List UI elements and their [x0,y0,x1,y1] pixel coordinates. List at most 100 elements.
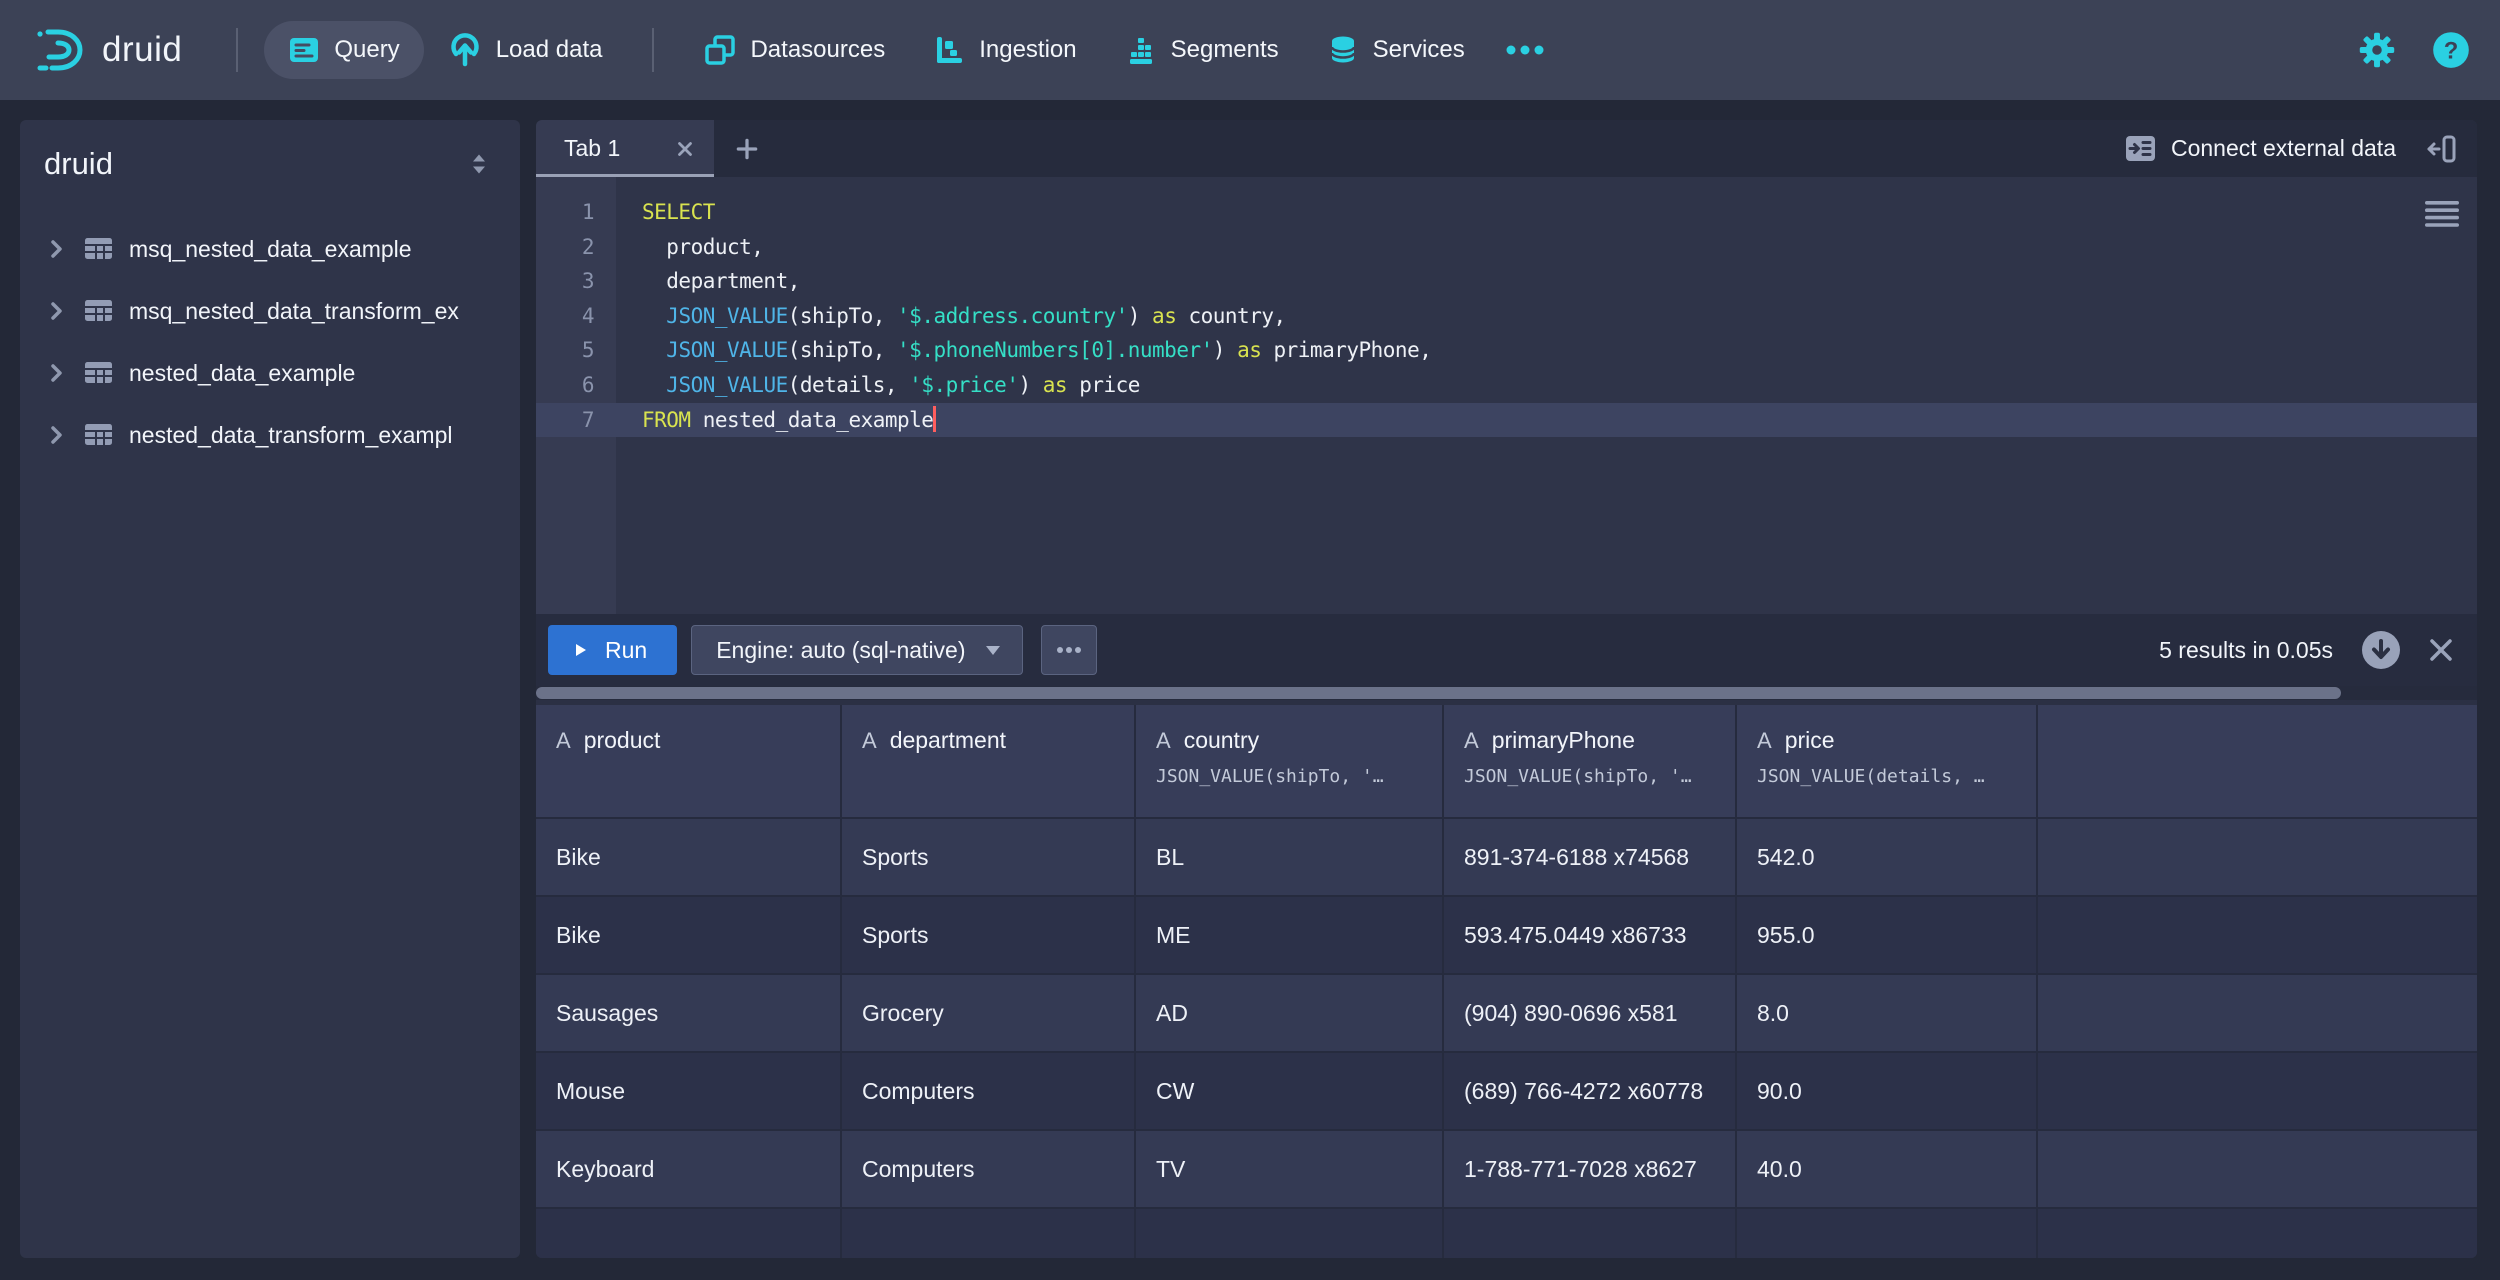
table-cell[interactable]: Sports [842,895,1136,973]
services-icon [1327,33,1359,67]
close-results-icon[interactable] [2427,636,2455,664]
workspace: druid msq_nested_data_example msq_nested… [0,100,2500,1280]
table-cell[interactable]: CW [1136,1051,1444,1129]
table-cell[interactable]: Grocery [842,973,1136,1051]
sql-editor[interactable]: 1 SELECT 2 product, 3 department, 4 JSON_VAL… [536,177,2477,614]
nav-divider [236,28,239,72]
results-table: Aproduct Adepartment Acountry JSON_VALUE(sh… [536,700,2477,1258]
nav-item-ingestion[interactable]: Ingestion [909,21,1100,79]
sidebar-table-item[interactable]: nested_data_transform_exampl [44,404,506,466]
code-line[interactable]: 5 JSON_VALUE(shipTo, '$.phoneNumbers[0].… [536,333,2477,368]
query-panel: Tab 1 Connect external data 1 SELECT 2 p… [536,120,2477,1258]
run-more-button[interactable] [1040,625,1097,675]
table-cell[interactable]: (689) 766-4272 x60778 [1444,1051,1737,1129]
sidebar-table-item[interactable]: msq_nested_data_transform_ex [44,280,506,342]
table-cell[interactable]: Mouse [536,1051,842,1129]
connect-external-data-button[interactable]: Connect external data [2125,133,2396,164]
table-cell[interactable]: Keyboard [536,1129,842,1207]
sidebar-table-item[interactable]: msq_nested_data_example [44,218,506,280]
nav-item-segments[interactable]: Segments [1101,21,1303,79]
table-icon [83,421,114,449]
table-cell[interactable]: 1-788-771-7028 x8627 [1444,1129,1737,1207]
run-bar: Run Engine: auto (sql-native) 5 results … [536,614,2477,686]
nav-divider [652,28,655,72]
chevron-right-icon[interactable] [44,361,68,385]
play-icon [576,644,586,656]
table-cell[interactable]: 90.0 [1737,1051,2038,1129]
new-tab-button[interactable] [714,120,780,177]
code-line[interactable]: 6 JSON_VALUE(details, '$.price') as pric… [536,368,2477,403]
connect-external-data-label: Connect external data [2170,135,2396,161]
schema-title: druid [44,146,113,181]
horizontal-scrollbar-thumb[interactable] [536,687,2342,699]
code-line[interactable]: 7 FROM nested_data_example [536,402,2477,438]
table-cell[interactable]: Computers [842,1129,1136,1207]
nav-more-button[interactable] [1489,21,1561,79]
table-cell[interactable]: 891-374-6188 x74568 [1444,817,1737,895]
table-name: nested_data_example [129,359,356,386]
line-number: 5 [581,338,595,363]
sort-icon[interactable] [466,151,492,177]
column-header-price[interactable]: Aprice JSON_VALUE(details, … [1737,705,2038,817]
code-line[interactable]: 4 JSON_VALUE(shipTo, '$.address.country'… [536,299,2477,334]
table-icon [83,359,114,387]
run-label: Run [605,636,648,663]
table-cell[interactable]: Bike [536,817,842,895]
line-number: 6 [581,372,595,397]
download-results-icon[interactable] [2361,630,2401,670]
column-name: product [583,727,661,753]
column-header-country[interactable]: Acountry JSON_VALUE(shipTo, '… [1136,705,1444,817]
tab-close-icon[interactable] [674,138,696,160]
table-cell[interactable]: BL [1136,817,1444,895]
chevron-right-icon[interactable] [44,423,68,447]
tab-label: Tab 1 [564,135,621,161]
chevron-right-icon[interactable] [44,299,68,323]
settings-gear-icon[interactable] [2358,31,2396,69]
table-name: msq_nested_data_example [129,235,412,262]
table-cell-empty [842,1207,1136,1258]
code-text: SELECT [642,200,715,224]
code-line[interactable]: 2 product, [536,230,2477,265]
druid-logo[interactable]: druid [34,24,182,76]
table-cell[interactable]: Sports [842,817,1136,895]
column-header-department[interactable]: Adepartment [842,705,1136,817]
table-cell[interactable]: Bike [536,895,842,973]
code-line[interactable]: 1 SELECT [536,195,2477,230]
hide-panel-icon[interactable] [2426,133,2457,165]
table-cell-empty [2038,895,2477,973]
table-cell[interactable]: 593.475.0449 x86733 [1444,895,1737,973]
editor-menu-icon[interactable] [2425,201,2459,227]
nav-item-load-data[interactable]: Load data [424,21,627,79]
top-navbar: druid Query Load data Datasources Ingest… [0,0,2500,100]
engine-select[interactable]: Engine: auto (sql-native) [691,625,1023,675]
code-text: JSON_VALUE(shipTo, '$.phoneNumbers[0].nu… [666,338,1432,363]
nav-item-query[interactable]: Query [264,21,424,79]
tab-bar: Tab 1 Connect external data [536,120,2477,177]
line-number: 4 [581,303,595,328]
table-cell[interactable]: 955.0 [1737,895,2038,973]
sidebar-table-item[interactable]: nested_data_example [44,342,506,404]
run-button[interactable]: Run [548,625,678,675]
tab-1[interactable]: Tab 1 [536,120,714,177]
table-cell[interactable]: (904) 890-0696 x581 [1444,973,1737,1051]
table-cell-empty [2038,973,2477,1051]
table-cell[interactable]: 40.0 [1737,1129,2038,1207]
table-icon [83,235,114,263]
nav-item-services[interactable]: Services [1303,21,1489,79]
column-header-product[interactable]: Aproduct [536,705,842,817]
table-cell[interactable]: 8.0 [1737,973,2038,1051]
table-cell-empty [1136,1207,1444,1258]
table-cell[interactable]: Computers [842,1051,1136,1129]
code-line[interactable]: 3 department, [536,264,2477,299]
column-header-primaryPhone[interactable]: AprimaryPhone JSON_VALUE(shipTo, '… [1444,705,1737,817]
table-cell[interactable]: TV [1136,1129,1444,1207]
chevron-right-icon[interactable] [44,237,68,261]
table-cell-empty [2038,1207,2477,1258]
table-cell[interactable]: 542.0 [1737,817,2038,895]
table-cell[interactable]: ME [1136,895,1444,973]
table-cell[interactable]: Sausages [536,973,842,1051]
nav-item-label: Query [334,36,400,63]
nav-item-datasources[interactable]: Datasources [680,21,909,79]
help-icon[interactable]: ? [2432,31,2470,69]
table-cell[interactable]: AD [1136,973,1444,1051]
